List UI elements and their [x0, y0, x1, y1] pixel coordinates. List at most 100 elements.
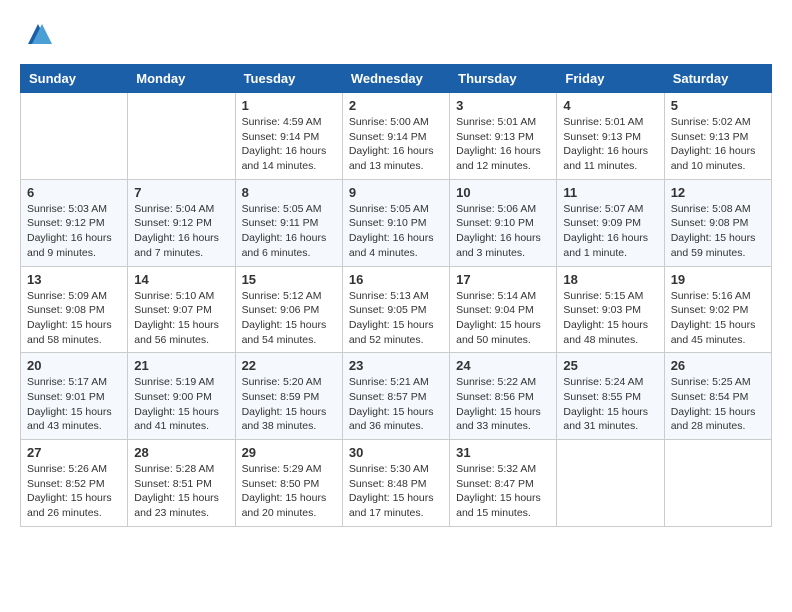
day-info: Sunrise: 5:07 AM Sunset: 9:09 PM Dayligh…	[563, 202, 657, 261]
day-info: Sunrise: 5:14 AM Sunset: 9:04 PM Dayligh…	[456, 289, 550, 348]
day-info: Sunrise: 5:16 AM Sunset: 9:02 PM Dayligh…	[671, 289, 765, 348]
calendar-cell: 18 Sunrise: 5:15 AM Sunset: 9:03 PM Dayli…	[557, 266, 664, 353]
weekday-header-sunday: Sunday	[21, 65, 128, 93]
day-number: 17	[456, 272, 550, 287]
calendar-cell: 8 Sunrise: 5:05 AM Sunset: 9:11 PM Daylig…	[235, 179, 342, 266]
calendar-cell: 10 Sunrise: 5:06 AM Sunset: 9:10 PM Dayli…	[450, 179, 557, 266]
day-number: 24	[456, 358, 550, 373]
day-number: 23	[349, 358, 443, 373]
day-number: 22	[242, 358, 336, 373]
calendar-cell: 7Sunrise: 5:04 AM Sunset: 9:12 PM Daylig…	[128, 179, 235, 266]
calendar-cell: 1Sunrise: 4:59 AM Sunset: 9:14 PM Daylig…	[235, 93, 342, 180]
calendar-cell: 15Sunrise: 5:12 AM Sunset: 9:06 PM Dayli…	[235, 266, 342, 353]
day-number: 1	[242, 98, 336, 113]
day-info: Sunrise: 5:05 AM Sunset: 9:10 PM Dayligh…	[349, 202, 443, 261]
day-number: 28	[134, 445, 228, 460]
day-number: 31	[456, 445, 550, 460]
calendar-cell: 4Sunrise: 5:01 AM Sunset: 9:13 PM Daylig…	[557, 93, 664, 180]
day-info: Sunrise: 5:05 AM Sunset: 9:11 PM Dayligh…	[242, 202, 336, 261]
day-number: 12	[671, 185, 765, 200]
page-header	[20, 20, 772, 48]
calendar-cell: 22 Sunrise: 5:20 AM Sunset: 8:59 PM Dayli…	[235, 353, 342, 440]
day-info: Sunrise: 5:09 AM Sunset: 9:08 PM Dayligh…	[27, 289, 121, 348]
calendar-cell	[21, 93, 128, 180]
calendar-cell: 24 Sunrise: 5:22 AM Sunset: 8:56 PM Dayli…	[450, 353, 557, 440]
day-info: Sunrise: 5:06 AM Sunset: 9:10 PM Dayligh…	[456, 202, 550, 261]
weekday-header-tuesday: Tuesday	[235, 65, 342, 93]
calendar-cell: 17 Sunrise: 5:14 AM Sunset: 9:04 PM Dayli…	[450, 266, 557, 353]
calendar-cell: 3 Sunrise: 5:01 AM Sunset: 9:13 PM Daylig…	[450, 93, 557, 180]
calendar-cell: 16 Sunrise: 5:13 AM Sunset: 9:05 PM Dayli…	[342, 266, 449, 353]
day-info: Sunrise: 5:13 AM Sunset: 9:05 PM Dayligh…	[349, 289, 443, 348]
day-number: 13	[27, 272, 121, 287]
day-info: Sunrise: 5:08 AM Sunset: 9:08 PM Dayligh…	[671, 202, 765, 261]
day-info: Sunrise: 5:15 AM Sunset: 9:03 PM Dayligh…	[563, 289, 657, 348]
day-number: 6	[27, 185, 121, 200]
week-row-5: 27Sunrise: 5:26 AM Sunset: 8:52 PM Dayli…	[21, 440, 772, 527]
day-number: 21	[134, 358, 228, 373]
day-number: 30	[349, 445, 443, 460]
weekday-header-row: SundayMondayTuesdayWednesdayThursdayFrid…	[21, 65, 772, 93]
day-info: Sunrise: 5:22 AM Sunset: 8:56 PM Dayligh…	[456, 375, 550, 434]
day-info: Sunrise: 5:29 AM Sunset: 8:50 PM Dayligh…	[242, 462, 336, 521]
day-info: Sunrise: 5:24 AM Sunset: 8:55 PM Dayligh…	[563, 375, 657, 434]
calendar-cell: 31 Sunrise: 5:32 AM Sunset: 8:47 PM Dayli…	[450, 440, 557, 527]
day-info: Sunrise: 5:01 AM Sunset: 9:13 PM Dayligh…	[456, 115, 550, 174]
day-number: 9	[349, 185, 443, 200]
day-number: 29	[242, 445, 336, 460]
calendar-cell: 14 Sunrise: 5:10 AM Sunset: 9:07 PM Dayli…	[128, 266, 235, 353]
calendar-cell: 13 Sunrise: 5:09 AM Sunset: 9:08 PM Dayli…	[21, 266, 128, 353]
day-number: 15	[242, 272, 336, 287]
calendar-cell	[128, 93, 235, 180]
calendar-cell: 12 Sunrise: 5:08 AM Sunset: 9:08 PM Dayli…	[664, 179, 771, 266]
week-row-3: 13 Sunrise: 5:09 AM Sunset: 9:08 PM Dayli…	[21, 266, 772, 353]
weekday-header-saturday: Saturday	[664, 65, 771, 93]
calendar-cell	[557, 440, 664, 527]
calendar-cell: 19 Sunrise: 5:16 AM Sunset: 9:02 PM Dayli…	[664, 266, 771, 353]
weekday-header-thursday: Thursday	[450, 65, 557, 93]
day-info: Sunrise: 5:30 AM Sunset: 8:48 PM Dayligh…	[349, 462, 443, 521]
calendar-cell: 27Sunrise: 5:26 AM Sunset: 8:52 PM Dayli…	[21, 440, 128, 527]
day-info: Sunrise: 5:19 AM Sunset: 9:00 PM Dayligh…	[134, 375, 228, 434]
day-info: Sunrise: 5:10 AM Sunset: 9:07 PM Dayligh…	[134, 289, 228, 348]
day-number: 16	[349, 272, 443, 287]
day-info: Sunrise: 5:21 AM Sunset: 8:57 PM Dayligh…	[349, 375, 443, 434]
calendar-cell: 23 Sunrise: 5:21 AM Sunset: 8:57 PM Dayli…	[342, 353, 449, 440]
day-info: Sunrise: 5:28 AM Sunset: 8:51 PM Dayligh…	[134, 462, 228, 521]
day-number: 3	[456, 98, 550, 113]
calendar-cell: 11 Sunrise: 5:07 AM Sunset: 9:09 PM Dayli…	[557, 179, 664, 266]
day-info: Sunrise: 5:02 AM Sunset: 9:13 PM Dayligh…	[671, 115, 765, 174]
logo-icon	[24, 20, 52, 48]
day-info: Sunrise: 5:26 AM Sunset: 8:52 PM Dayligh…	[27, 462, 121, 521]
week-row-1: 1Sunrise: 4:59 AM Sunset: 9:14 PM Daylig…	[21, 93, 772, 180]
weekday-header-wednesday: Wednesday	[342, 65, 449, 93]
day-number: 2	[349, 98, 443, 113]
day-info: Sunrise: 5:20 AM Sunset: 8:59 PM Dayligh…	[242, 375, 336, 434]
calendar-cell: 28 Sunrise: 5:28 AM Sunset: 8:51 PM Dayli…	[128, 440, 235, 527]
day-number: 4	[563, 98, 657, 113]
day-info: Sunrise: 5:25 AM Sunset: 8:54 PM Dayligh…	[671, 375, 765, 434]
day-number: 19	[671, 272, 765, 287]
weekday-header-friday: Friday	[557, 65, 664, 93]
calendar-cell: 25 Sunrise: 5:24 AM Sunset: 8:55 PM Dayli…	[557, 353, 664, 440]
day-number: 25	[563, 358, 657, 373]
day-number: 7	[134, 185, 228, 200]
day-number: 18	[563, 272, 657, 287]
calendar-cell: 20Sunrise: 5:17 AM Sunset: 9:01 PM Dayli…	[21, 353, 128, 440]
calendar-cell: 29 Sunrise: 5:29 AM Sunset: 8:50 PM Dayli…	[235, 440, 342, 527]
calendar-cell: 30 Sunrise: 5:30 AM Sunset: 8:48 PM Dayli…	[342, 440, 449, 527]
day-number: 26	[671, 358, 765, 373]
day-info: Sunrise: 5:32 AM Sunset: 8:47 PM Dayligh…	[456, 462, 550, 521]
day-number: 10	[456, 185, 550, 200]
week-row-2: 6Sunrise: 5:03 AM Sunset: 9:12 PM Daylig…	[21, 179, 772, 266]
day-number: 11	[563, 185, 657, 200]
calendar-cell: 21 Sunrise: 5:19 AM Sunset: 9:00 PM Dayli…	[128, 353, 235, 440]
day-number: 8	[242, 185, 336, 200]
day-info: Sunrise: 5:17 AM Sunset: 9:01 PM Dayligh…	[27, 375, 121, 434]
logo	[20, 20, 52, 48]
calendar-cell	[664, 440, 771, 527]
calendar-cell: 5Sunrise: 5:02 AM Sunset: 9:13 PM Daylig…	[664, 93, 771, 180]
calendar-cell: 26 Sunrise: 5:25 AM Sunset: 8:54 PM Dayli…	[664, 353, 771, 440]
day-number: 14	[134, 272, 228, 287]
weekday-header-monday: Monday	[128, 65, 235, 93]
